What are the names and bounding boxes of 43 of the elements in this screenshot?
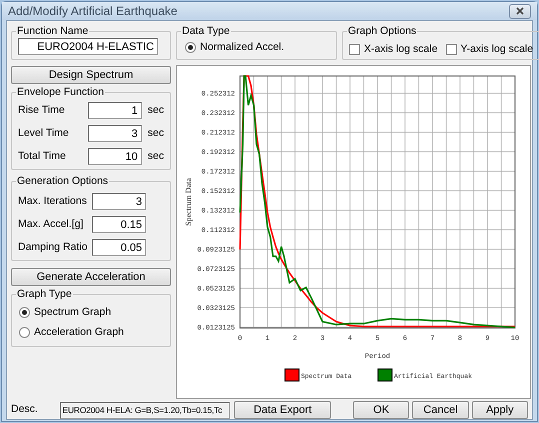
desc-label: Desc.: [11, 402, 39, 418]
radio-label: Normalized Accel.: [200, 40, 284, 55]
field-label: Max. Accel.[g]: [18, 216, 84, 232]
window-title: Add/Modify Artificial Earthquake: [8, 3, 178, 20]
field-label: Max. Iterations: [18, 194, 88, 209]
input-field[interactable]: 10: [88, 148, 142, 165]
radio-label: Spectrum Graph: [34, 305, 112, 320]
field-label: Rise Time: [18, 102, 66, 118]
dialog-button[interactable]: Data Export: [234, 401, 332, 419]
radio-button[interactable]: [19, 327, 30, 338]
group-title: Generation Options: [16, 174, 110, 188]
input-field[interactable]: 0.05: [92, 239, 146, 256]
input-field[interactable]: 3: [88, 125, 142, 142]
group-title: Envelope Function: [16, 85, 105, 99]
radio-button[interactable]: [19, 307, 30, 318]
group-title: Graph Options: [347, 24, 418, 38]
desc-field[interactable]: EURO2004 H-ELA: G=B,S=1.20,Tb=0.15,Tc: [60, 402, 230, 418]
input-field[interactable]: 0.15: [92, 216, 146, 233]
input-field[interactable]: 3: [92, 193, 146, 210]
group-title: Graph Type: [16, 287, 73, 301]
checkbox[interactable]: [446, 44, 457, 55]
unit-label: sec: [148, 148, 164, 164]
close-button[interactable]: [509, 4, 531, 18]
checkbox[interactable]: [349, 44, 360, 55]
unit-label: sec: [148, 102, 164, 118]
field-label: Level Time: [18, 126, 70, 141]
close-icon: [516, 7, 524, 15]
input-field[interactable]: 1: [88, 102, 142, 119]
unit-label: sec: [148, 126, 164, 141]
input-field[interactable]: EURO2004 H-ELASTIC: [18, 38, 158, 55]
y-axis-title: Spectrum Data: [184, 178, 193, 226]
dialog-button[interactable]: OK: [353, 401, 410, 419]
radio-label: Acceleration Graph: [34, 324, 124, 340]
checkbox-label: Y-axis log scale: [460, 42, 534, 57]
group-title: Data Type: [181, 24, 231, 38]
dialog-button[interactable]: Design Spectrum: [11, 66, 171, 84]
dialog-button[interactable]: Cancel: [412, 401, 469, 419]
field-label: Damping Ratio: [18, 240, 88, 255]
dialog-button[interactable]: Generate Acceleration: [11, 268, 171, 286]
checkbox-label: X-axis log scale: [364, 42, 438, 57]
dialog-button[interactable]: Apply: [472, 401, 528, 419]
field-label: Total Time: [18, 148, 67, 164]
radio-button[interactable]: [185, 42, 196, 54]
